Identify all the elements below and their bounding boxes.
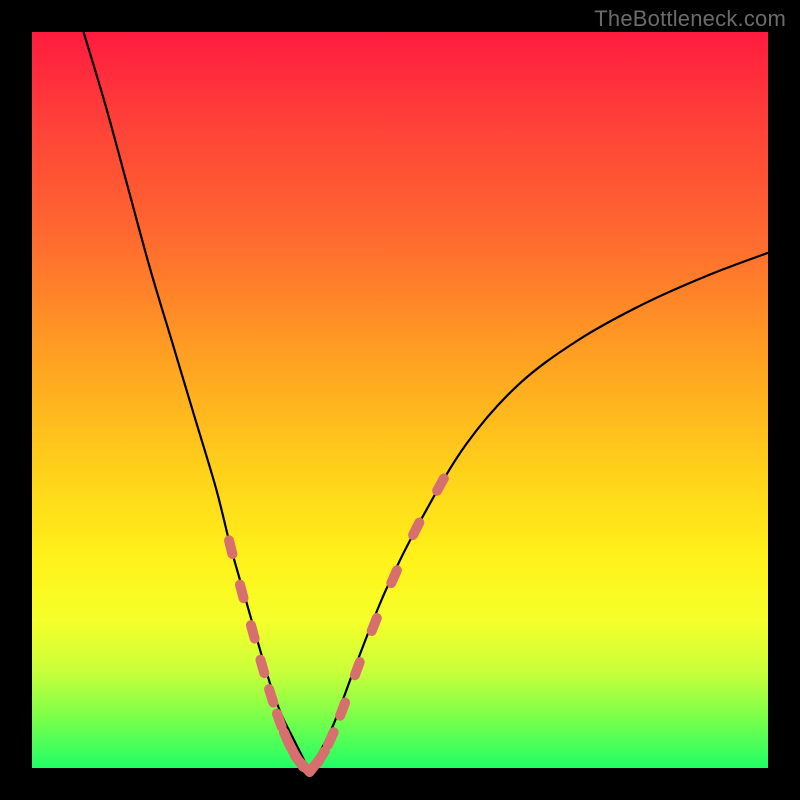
dotted-dash <box>260 660 264 673</box>
chart-frame: TheBottleneck.com <box>0 0 800 800</box>
dotted-dash <box>277 714 282 727</box>
dotted-dash <box>340 703 345 716</box>
dotted-dash <box>318 751 325 763</box>
dotted-dash <box>437 479 444 491</box>
curve-left-branch <box>84 32 308 768</box>
watermark-text: TheBottleneck.com <box>594 6 786 32</box>
dotted-dash <box>372 618 377 631</box>
dotted-dash <box>251 625 255 639</box>
plot-area <box>32 32 768 768</box>
dotted-dash <box>240 585 244 599</box>
dotted-dash <box>269 689 273 702</box>
dotted-dash <box>413 523 419 536</box>
dotted-dash <box>355 662 360 675</box>
dotted-dash <box>229 540 232 554</box>
dotted-dash <box>391 570 397 583</box>
dotted-dash <box>328 732 334 745</box>
chart-svg <box>32 32 768 768</box>
dotted-overlay-left <box>229 540 309 771</box>
curve-right-branch <box>308 253 768 768</box>
dotted-overlay-right <box>310 479 444 773</box>
